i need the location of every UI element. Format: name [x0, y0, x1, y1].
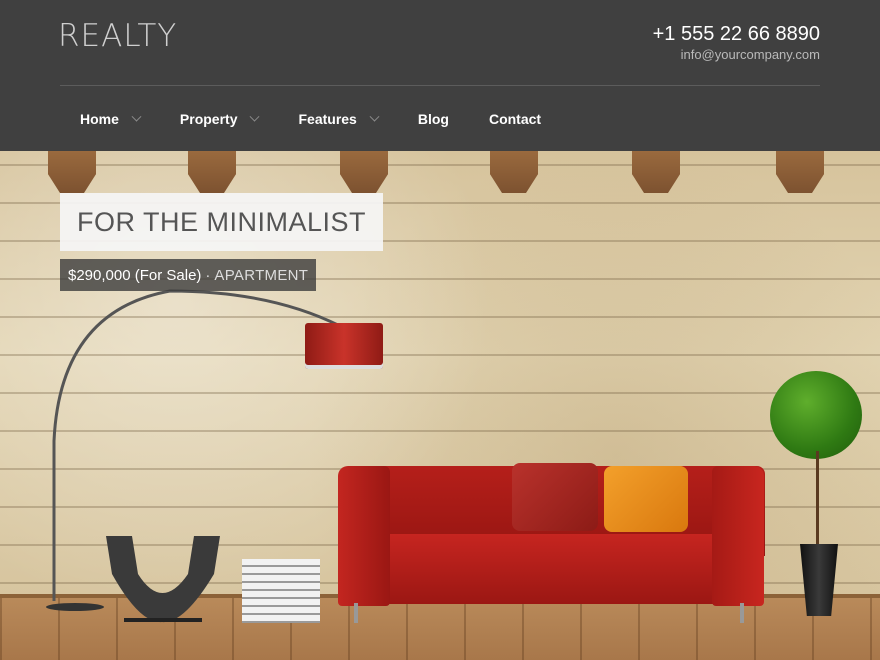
ceiling-beam: [632, 151, 680, 193]
plant-foliage: [770, 371, 862, 459]
chevron-down-icon: [369, 111, 380, 122]
nav-item-label: Features: [298, 111, 357, 127]
sofa-leg: [354, 603, 358, 623]
hero-banner: FOR THE MINIMALIST $290,000 (For Sale) ·…: [0, 151, 880, 660]
nav-item-contact[interactable]: Contact: [469, 101, 561, 137]
ceiling-beam: [340, 151, 388, 193]
sofa-arm-left: [338, 466, 390, 606]
listing-title: FOR THE MINIMALIST: [77, 206, 367, 237]
property-type: APARTMENT: [214, 266, 309, 284]
listing-price: $290,000 (For Sale): [68, 266, 202, 284]
nav-item-label: Home: [80, 111, 119, 127]
plant-trunk: [816, 451, 819, 546]
red-pillow: [512, 463, 598, 531]
header-divider: [60, 85, 820, 86]
ceiling-beam: [776, 151, 824, 193]
chevron-down-icon: [250, 111, 260, 122]
contact-email[interactable]: info@yourcompany.com: [681, 47, 820, 63]
sofa-seat: [382, 534, 724, 604]
nav-item-label: Property: [179, 111, 238, 127]
sofa-leg: [740, 603, 744, 623]
site-header: REALTY +1 555 22 66 8890 info@yourcompan…: [0, 0, 880, 151]
chevron-down-icon: [131, 111, 142, 122]
listing-info-box[interactable]: $290,000 (For Sale) · APARTMENT: [60, 259, 317, 291]
lounge-chair: [106, 536, 220, 623]
nav-item-property[interactable]: Property: [160, 101, 279, 137]
site-logo[interactable]: REALTY: [58, 18, 177, 54]
nav-item-features[interactable]: Features: [278, 101, 397, 137]
nav-item-label: Blog: [417, 111, 449, 127]
separator-dot: ·: [205, 266, 211, 284]
sofa-arm-right: [712, 466, 764, 606]
phone-number[interactable]: +1 555 22 66 8890: [653, 22, 820, 46]
lamp-shade: [305, 323, 383, 369]
main-nav: Home Property Features Blog Contact: [60, 101, 561, 137]
ceiling-beam: [48, 151, 96, 193]
listing-title-box[interactable]: FOR THE MINIMALIST: [60, 193, 384, 251]
book-stack: [242, 559, 320, 623]
ceiling-beam: [490, 151, 538, 193]
ceiling-beam: [188, 151, 236, 193]
orange-pillow: [604, 466, 688, 532]
lamp-base: [46, 603, 104, 611]
nav-item-label: Contact: [488, 111, 542, 127]
nav-item-blog[interactable]: Blog: [398, 101, 469, 137]
nav-item-home[interactable]: Home: [60, 101, 160, 137]
